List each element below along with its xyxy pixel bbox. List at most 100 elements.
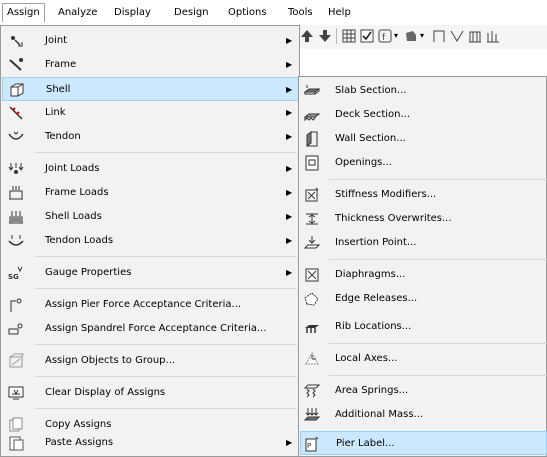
move-down-icon[interactable] <box>318 29 332 43</box>
menu-item-frame-loads[interactable]: Frame Loads ▶ <box>2 181 298 205</box>
paste-icon <box>9 436 24 451</box>
svg-text:SG: SG <box>8 273 19 281</box>
link-icon <box>9 106 23 120</box>
menu-tools[interactable]: Tools <box>282 4 319 22</box>
function-icon[interactable]: f <box>378 29 392 43</box>
menu-item-label: Frame Loads <box>45 187 109 198</box>
menu-item-label: Link <box>45 107 66 118</box>
menu-item-label: Frame <box>45 59 77 70</box>
submenu-item-label: Stiffness Modifiers... <box>335 189 437 200</box>
menu-assign[interactable]: Assign <box>2 3 45 22</box>
svg-text:P: P <box>307 442 311 450</box>
menu-item-clear-display[interactable]: Clear Display of Assigns <box>2 381 298 405</box>
submenu-item-pier-label[interactable]: P Pier Label... <box>300 431 547 455</box>
menu-item-tendon[interactable]: Tendon ▶ <box>2 125 298 149</box>
submenu-item-slab-section[interactable]: Slab Section... <box>300 79 547 103</box>
menu-item-link[interactable]: Link ▶ <box>2 101 298 125</box>
move-up-icon[interactable] <box>300 29 314 43</box>
structure-icon[interactable] <box>468 29 482 43</box>
submenu-item-thickness-overwrites[interactable]: Thickness Overwrites... <box>300 207 547 231</box>
submenu-item-label: Local Axes... <box>335 353 398 364</box>
menu-options[interactable]: Options <box>222 4 273 22</box>
submenu-item-insertion-point[interactable]: Insertion Point... <box>300 231 547 255</box>
group-icon <box>9 353 24 368</box>
grid-icon[interactable] <box>342 29 356 43</box>
insertion-point-icon <box>304 236 320 249</box>
toolbar-separator <box>336 28 337 44</box>
shell-loads-icon <box>9 211 23 224</box>
menu-item-assign-objects-to-group[interactable]: Assign Objects to Group... <box>2 349 298 373</box>
menu-help[interactable]: Help <box>322 4 357 22</box>
menu-item-frame[interactable]: Frame ▶ <box>2 53 298 77</box>
menu-separator <box>35 344 297 345</box>
menu-item-label: Tendon <box>45 131 81 142</box>
submenu-item-area-springs[interactable]: Area Springs... <box>300 379 547 403</box>
menu-item-tendon-loads[interactable]: Tendon Loads ▶ <box>2 229 298 253</box>
openings-icon <box>305 155 319 171</box>
frame-loads-icon <box>9 186 23 200</box>
tendon-loads-icon <box>8 235 24 246</box>
submenu-arrow-icon: ▶ <box>286 132 293 141</box>
clear-display-icon <box>8 386 24 400</box>
submenu-item-label: Rib Locations... <box>335 321 412 332</box>
dropdown-icon[interactable]: ▾ <box>420 31 424 40</box>
menu-item-gauge-properties[interactable]: SG Gauge Properties ▶ <box>2 261 298 285</box>
menu-item-label: Joint <box>45 35 68 46</box>
pier-force-icon <box>10 298 22 312</box>
submenu-item-wall-section[interactable]: Wall Section... <box>300 127 547 151</box>
submenu-item-additional-mass[interactable]: Additional Mass... <box>300 403 547 427</box>
frame-icon <box>9 58 23 71</box>
submenu-item-deck-section[interactable]: Deck Section... <box>300 103 547 127</box>
menu-bar: Assign Analyze Display Design Options To… <box>0 0 547 26</box>
submenu-item-label: Area Springs... <box>335 385 409 396</box>
submenu-item-openings[interactable]: Openings... <box>300 151 547 175</box>
slab-section-icon <box>304 85 320 95</box>
menu-separator <box>329 259 547 260</box>
menu-item-joint-loads[interactable]: Joint Loads ▶ <box>2 157 298 181</box>
brace-icon[interactable] <box>450 29 464 43</box>
submenu-item-label: Edge Releases... <box>335 293 418 304</box>
submenu-item-stiffness-modifiers[interactable]: Stiffness Modifiers... <box>300 183 547 207</box>
submenu-arrow-icon: ▶ <box>286 85 293 94</box>
checkbox-icon[interactable] <box>360 29 374 43</box>
menu-design[interactable]: Design <box>168 4 215 22</box>
menu-item-label: Paste Assigns <box>45 437 114 448</box>
submenu-item-label: Wall Section... <box>335 133 406 144</box>
submenu-item-diaphragms[interactable]: Diaphragms... <box>300 263 547 287</box>
menu-item-shell[interactable]: Shell ▶ <box>2 77 299 101</box>
additional-mass-icon <box>304 408 320 421</box>
diaphragms-icon <box>305 268 319 282</box>
menu-item-label: Shell Loads <box>45 211 102 222</box>
menu-separator <box>329 179 547 180</box>
menu-item-joint[interactable]: Joint ▶ <box>2 29 298 53</box>
submenu-arrow-icon: ▶ <box>286 236 293 245</box>
submenu-arrow-icon: ▶ <box>286 212 293 221</box>
menu-item-label: Tendon Loads <box>45 235 114 246</box>
menu-separator <box>35 152 297 153</box>
frame-view-icon[interactable] <box>432 29 446 43</box>
dropdown-icon[interactable]: ▾ <box>394 31 398 40</box>
submenu-item-rib-locations[interactable]: Rib Locations... <box>300 315 547 339</box>
submenu-arrow-icon: ▶ <box>286 108 293 117</box>
menu-item-paste-assigns[interactable]: Paste Assigns ▶ <box>2 431 298 455</box>
shape-icon[interactable] <box>404 29 418 43</box>
submenu-arrow-icon: ▶ <box>286 60 293 69</box>
menu-item-assign-pier-force[interactable]: Assign Pier Force Acceptance Criteria... <box>2 293 298 317</box>
submenu-item-local-axes[interactable]: Local Axes... <box>300 347 547 371</box>
submenu-item-edge-releases[interactable]: Edge Releases... <box>300 287 547 311</box>
deck-section-icon <box>304 113 320 122</box>
menu-separator <box>35 256 297 257</box>
submenu-item-label: Additional Mass... <box>335 409 424 420</box>
menu-item-shell-loads[interactable]: Shell Loads ▶ <box>2 205 298 229</box>
toolbar: f ▾ ▾ <box>292 25 547 49</box>
menu-separator <box>35 408 297 409</box>
menu-analyze[interactable]: Analyze <box>52 4 103 22</box>
building-icon[interactable] <box>486 29 500 43</box>
submenu-item-label: Insertion Point... <box>335 237 417 248</box>
menu-display[interactable]: Display <box>108 4 157 22</box>
submenu-item-label: Pier Label... <box>336 438 395 449</box>
menu-item-assign-spandrel-force[interactable]: Assign Spandrel Force Acceptance Criteri… <box>2 317 298 341</box>
joint-icon <box>11 36 23 47</box>
submenu-arrow-icon: ▶ <box>286 164 293 173</box>
gauge-properties-icon: SG <box>8 266 23 281</box>
